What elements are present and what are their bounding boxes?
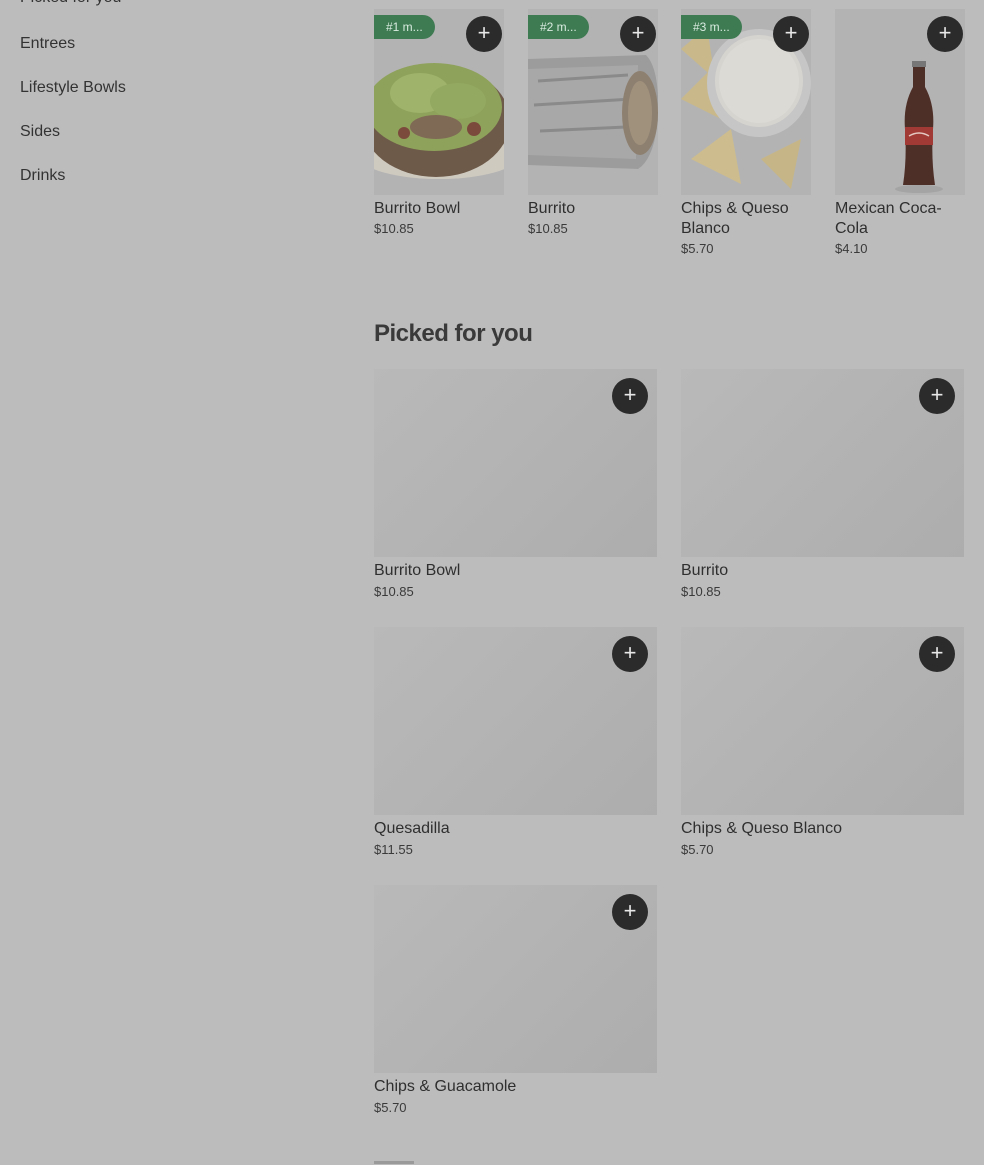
item-image-placeholder: + bbox=[374, 885, 657, 1073]
item-price: $4.10 bbox=[835, 241, 868, 256]
sidebar-item-entrees[interactable]: Entrees bbox=[20, 22, 320, 66]
sidebar-item-drinks[interactable]: Drinks bbox=[20, 154, 320, 198]
item-name: Burrito bbox=[528, 200, 576, 217]
add-to-bag-button[interactable]: + bbox=[612, 636, 648, 672]
featured-carousel: #1 m... + Burrito Bowl $10.85 #2 m... + bbox=[374, 9, 965, 269]
coca-cola-bottle-image: + bbox=[835, 9, 965, 195]
next-section-title-clipped bbox=[374, 1155, 414, 1165]
menu-item-card[interactable]: + Burrito $10.85 bbox=[681, 369, 964, 599]
sidebar-item-sides[interactable]: Sides bbox=[20, 110, 320, 154]
item-price: $5.70 bbox=[681, 241, 714, 256]
category-sidebar: Picked for you Entrees Lifestyle Bowls S… bbox=[20, 0, 320, 198]
plus-icon: + bbox=[623, 640, 637, 665]
item-image-placeholder: + bbox=[374, 369, 657, 557]
item-name: Chips & Queso Blanco bbox=[681, 820, 842, 837]
item-image-placeholder: + bbox=[681, 369, 964, 557]
burrito-image: #2 m... + bbox=[528, 9, 658, 195]
item-price: $10.85 bbox=[374, 221, 414, 236]
add-to-bag-button[interactable]: + bbox=[927, 16, 963, 52]
featured-item-card[interactable]: #3 m... + Chips & Queso Blanco $5.70 bbox=[681, 9, 811, 256]
item-image-placeholder: + bbox=[681, 627, 964, 815]
rank-badge: #1 m... bbox=[374, 15, 435, 39]
menu-item-card[interactable]: + Quesadilla $11.55 bbox=[374, 627, 657, 857]
plus-icon: + bbox=[477, 20, 491, 45]
plus-icon: + bbox=[930, 640, 944, 665]
item-price: $5.70 bbox=[374, 1100, 407, 1115]
sidebar-item-picked-for-you[interactable]: Picked for you bbox=[20, 0, 320, 22]
add-to-bag-button[interactable]: + bbox=[620, 16, 656, 52]
section-title-picked-for-you: Picked for you bbox=[374, 320, 533, 347]
item-image-placeholder: + bbox=[374, 627, 657, 815]
add-to-bag-button[interactable]: + bbox=[773, 16, 809, 52]
item-name: Burrito bbox=[681, 562, 729, 579]
item-name: Mexican Coca-Cola bbox=[835, 200, 942, 237]
add-to-bag-button[interactable]: + bbox=[612, 894, 648, 930]
chips-queso-image: #3 m... + bbox=[681, 9, 811, 195]
item-price: $5.70 bbox=[681, 842, 714, 857]
featured-item-card[interactable]: + Mexican Coca-Cola $4.10 bbox=[835, 9, 965, 256]
item-name: Quesadilla bbox=[374, 820, 450, 837]
plus-icon: + bbox=[631, 20, 645, 45]
item-price: $10.85 bbox=[681, 584, 721, 599]
menu-item-card[interactable]: + Burrito Bowl $10.85 bbox=[374, 369, 657, 599]
item-name: Chips & Queso Blanco bbox=[681, 200, 789, 237]
item-price: $10.85 bbox=[528, 221, 568, 236]
rank-badge: #3 m... bbox=[681, 15, 742, 39]
add-to-bag-button[interactable]: + bbox=[919, 378, 955, 414]
rank-badge: #2 m... bbox=[528, 15, 589, 39]
burrito-bowl-image: #1 m... + bbox=[374, 9, 504, 195]
add-to-bag-button[interactable]: + bbox=[919, 636, 955, 672]
sidebar-item-lifestyle-bowls[interactable]: Lifestyle Bowls bbox=[20, 66, 320, 110]
item-price: $11.55 bbox=[374, 842, 413, 857]
item-price: $10.85 bbox=[374, 584, 414, 599]
item-name: Burrito Bowl bbox=[374, 562, 461, 579]
add-to-bag-button[interactable]: + bbox=[612, 378, 648, 414]
item-name: Chips & Guacamole bbox=[374, 1078, 517, 1095]
plus-icon: + bbox=[930, 382, 944, 407]
item-name: Burrito Bowl bbox=[374, 200, 461, 217]
menu-item-card[interactable]: + Chips & Queso Blanco $5.70 bbox=[681, 627, 964, 857]
plus-icon: + bbox=[784, 20, 798, 45]
plus-icon: + bbox=[938, 20, 952, 45]
menu-item-card[interactable]: + Chips & Guacamole $5.70 bbox=[374, 885, 657, 1115]
add-to-bag-button[interactable]: + bbox=[466, 16, 502, 52]
plus-icon: + bbox=[623, 898, 637, 923]
plus-icon: + bbox=[623, 382, 637, 407]
featured-item-card[interactable]: #1 m... + Burrito Bowl $10.85 bbox=[374, 9, 504, 236]
featured-item-card[interactable]: #2 m... + Burrito $10.85 bbox=[528, 9, 658, 236]
